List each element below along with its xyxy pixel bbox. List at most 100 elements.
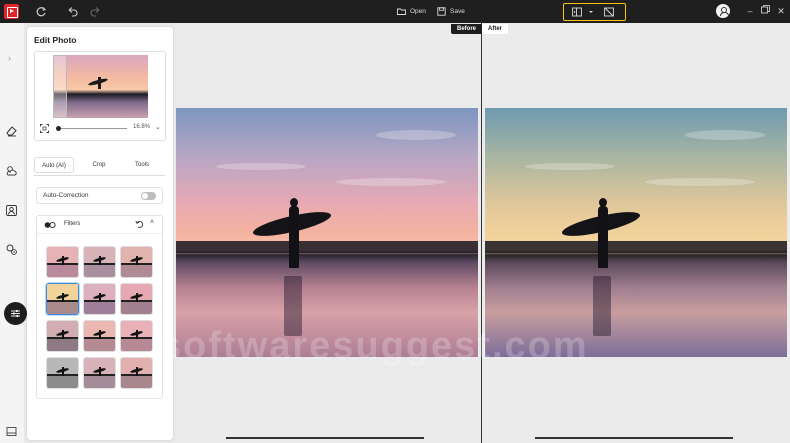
filter-thumbnail[interactable] xyxy=(46,320,79,352)
open-label: Open xyxy=(410,8,426,15)
surfer-silhouette xyxy=(598,206,608,268)
adjustments-tool[interactable] xyxy=(4,302,27,325)
portrait-icon[interactable] xyxy=(5,204,18,217)
thumb-surfer xyxy=(136,293,138,302)
filter-thumbnail[interactable] xyxy=(46,246,79,278)
thumb-sea xyxy=(121,337,152,351)
thumb-sea xyxy=(121,263,152,277)
thumb-sea xyxy=(84,263,115,277)
cloud-shape xyxy=(376,130,456,140)
open-button[interactable]: Open xyxy=(397,5,426,18)
thumb-sea xyxy=(47,300,78,314)
thumb-sea xyxy=(47,337,78,351)
zoom-slider[interactable] xyxy=(58,128,127,129)
navigator-viewport[interactable] xyxy=(53,55,67,118)
horizon-silhouette xyxy=(176,241,478,253)
filter-thumbnail[interactable] xyxy=(120,357,153,389)
tab-auto-ai[interactable]: Auto (AI) xyxy=(34,157,74,173)
expand-chevron-icon[interactable]: › xyxy=(8,53,11,63)
split-view-icon[interactable] xyxy=(572,7,582,17)
navigator-card: 16.8% ⌄ xyxy=(34,51,166,141)
tabs-divider xyxy=(34,175,165,176)
filter-thumbnail[interactable] xyxy=(83,320,116,352)
thumb-surfer xyxy=(62,330,64,339)
cloud-shape xyxy=(645,178,755,186)
user-avatar-icon[interactable] xyxy=(716,4,730,18)
thumb-surfer xyxy=(99,256,101,265)
watermark-text: softwaresuggest.com xyxy=(160,325,589,367)
save-label: Save xyxy=(450,8,465,15)
zoom-slider-handle[interactable] xyxy=(56,125,61,131)
thumb-surfer xyxy=(136,367,138,376)
after-photo[interactable] xyxy=(485,108,787,357)
filter-thumbnail[interactable] xyxy=(83,357,116,389)
compare-divider[interactable] xyxy=(481,23,482,443)
top-bar: Open Save – ✕ xyxy=(0,0,790,23)
app-logo-icon xyxy=(4,4,19,19)
zoom-chevron-down-icon[interactable]: ⌄ xyxy=(155,123,161,131)
collapse-chevron-up-icon[interactable]: ˄ xyxy=(150,219,154,226)
edit-photo-panel: Edit Photo 16.8% ⌄ Auto (AI) Crop Tools … xyxy=(27,27,173,440)
navigator-thumbnail[interactable] xyxy=(53,55,148,118)
thumb-surfer xyxy=(62,256,64,265)
cloud-shape xyxy=(685,130,765,140)
reset-filters-icon[interactable] xyxy=(135,219,144,229)
before-label: Before xyxy=(451,24,483,34)
panel-title: Edit Photo xyxy=(34,35,77,45)
thumb-sea xyxy=(84,300,115,314)
auto-correction-toggle[interactable] xyxy=(141,192,156,200)
thumb-sea xyxy=(121,374,152,388)
undo-icon[interactable] xyxy=(66,5,79,18)
tab-tools[interactable]: Tools xyxy=(122,157,162,173)
restore-icon[interactable] xyxy=(759,4,771,18)
thumb-sea xyxy=(84,337,115,351)
redo-icon[interactable] xyxy=(89,5,102,18)
weather-icon[interactable] xyxy=(5,164,18,177)
thumb-surfer xyxy=(99,330,101,339)
thumb-surfer xyxy=(99,293,101,302)
close-icon[interactable]: ✕ xyxy=(775,4,787,18)
thumb-surfer xyxy=(99,367,101,376)
tab-crop[interactable]: Crop xyxy=(79,157,119,173)
filter-thumbnail[interactable] xyxy=(83,283,116,315)
edit-tabs: Auto (AI) Crop Tools xyxy=(34,157,165,173)
face-settings-icon[interactable] xyxy=(5,243,18,256)
filter-thumbnail[interactable] xyxy=(46,357,79,389)
thumb-surfer xyxy=(62,293,64,302)
before-photo[interactable] xyxy=(176,108,478,357)
after-label: After xyxy=(482,24,509,34)
filter-thumbnail[interactable] xyxy=(83,246,116,278)
cloud-shape xyxy=(336,178,446,186)
filter-thumbnail[interactable] xyxy=(46,283,79,315)
after-scrollbar[interactable] xyxy=(535,437,733,439)
thumb-surfer xyxy=(136,330,138,339)
thumb-sea xyxy=(84,374,115,388)
zoom-value: 16.8% xyxy=(133,124,151,130)
chevron-down-icon[interactable] xyxy=(588,7,594,17)
panel-toggle-icon[interactable] xyxy=(5,425,18,438)
auto-correction-label: Auto-Correction xyxy=(43,192,89,199)
filter-thumbnail[interactable] xyxy=(120,320,153,352)
thumbnail-surfer xyxy=(98,77,101,89)
filter-thumbnail[interactable] xyxy=(120,283,153,315)
compare-off-icon[interactable] xyxy=(604,7,614,17)
before-scrollbar[interactable] xyxy=(226,437,424,439)
minimize-icon[interactable]: – xyxy=(744,4,756,18)
thumb-surfer xyxy=(136,256,138,265)
folder-icon xyxy=(397,8,406,15)
eraser-icon[interactable] xyxy=(5,124,18,137)
tool-rail: › xyxy=(0,23,27,443)
rotate-icon[interactable] xyxy=(35,5,48,18)
filters-icon xyxy=(44,221,56,229)
surfer-silhouette xyxy=(289,206,299,268)
thumb-surfer xyxy=(62,367,64,376)
sliders-icon xyxy=(11,310,20,317)
thumb-sea xyxy=(47,263,78,277)
save-icon xyxy=(437,7,446,16)
save-button[interactable]: Save xyxy=(437,5,465,18)
filter-thumbnail[interactable] xyxy=(120,246,153,278)
filters-header[interactable]: Filters ˄ xyxy=(37,216,162,234)
surfer-reflection xyxy=(593,276,611,336)
horizon-silhouette xyxy=(485,241,787,253)
fit-screen-icon[interactable] xyxy=(40,124,49,133)
